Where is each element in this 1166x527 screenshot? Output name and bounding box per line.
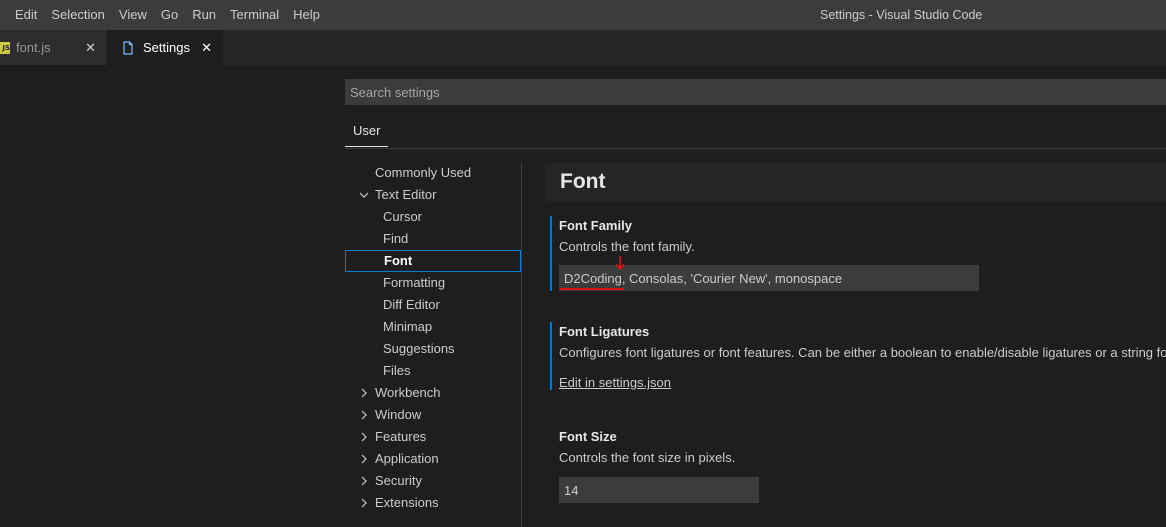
toc-item-text-editor[interactable]: Text Editor xyxy=(345,184,521,206)
toc-label: Extensions xyxy=(375,495,439,510)
tab-font-js[interactable]: JS font.js ✕ xyxy=(0,30,107,65)
setting-font-ligatures: Font Ligatures Configures font ligatures… xyxy=(550,322,1166,390)
setting-description: Controls the font family. xyxy=(559,239,695,254)
tab-user[interactable]: User xyxy=(345,117,389,147)
setting-font-family: Font Family Controls the font family. xyxy=(550,216,1166,291)
settings-scope-tabs: User xyxy=(345,117,1166,149)
menu-help[interactable]: Help xyxy=(286,0,327,30)
toc-item-formatting[interactable]: Formatting xyxy=(345,272,521,294)
annotation-arrow-icon xyxy=(615,256,625,271)
settings-file-icon xyxy=(123,40,133,55)
toc-label: Features xyxy=(375,429,427,444)
toc-item-features[interactable]: Features xyxy=(345,426,521,448)
toc-item-diff-editor[interactable]: Diff Editor xyxy=(345,294,521,316)
chevron-right-icon xyxy=(361,432,367,442)
menu-selection[interactable]: Selection xyxy=(44,0,111,30)
menu-view[interactable]: View xyxy=(112,0,154,30)
toc-label: Commonly Used xyxy=(375,165,472,180)
toc-label: Diff Editor xyxy=(383,297,440,312)
toc-item-application[interactable]: Application xyxy=(345,448,521,470)
toc-label: Minimap xyxy=(383,319,433,334)
toc-label: Font xyxy=(384,253,413,268)
section-title: Font xyxy=(545,163,1166,201)
chevron-right-icon xyxy=(361,498,367,508)
close-icon[interactable]: ✕ xyxy=(201,40,212,56)
window-title: Settings - Visual Studio Code xyxy=(820,8,983,22)
menu-bar: Edit Selection View Go Run Terminal Help xyxy=(0,0,327,30)
setting-title: Font Size xyxy=(559,429,617,444)
menu-run[interactable]: Run xyxy=(185,0,223,30)
toc-label: Window xyxy=(375,407,422,422)
annotation-underline xyxy=(560,288,624,290)
toc-label: Formatting xyxy=(383,275,446,290)
font-size-input[interactable] xyxy=(559,477,759,503)
chevron-right-icon xyxy=(361,454,367,464)
tab-settings[interactable]: Settings ✕ xyxy=(107,30,223,65)
editor-tab-bar: JS font.js ✕ Settings ✕ xyxy=(0,30,1166,65)
menu-go[interactable]: Go xyxy=(154,0,185,30)
toc-label: Text Editor xyxy=(375,187,437,202)
toc-item-workbench[interactable]: Workbench xyxy=(345,382,521,404)
menu-terminal[interactable]: Terminal xyxy=(223,0,286,30)
toc-item-font[interactable]: Font xyxy=(345,250,521,272)
toc-item-minimap[interactable]: Minimap xyxy=(345,316,521,338)
close-icon[interactable]: ✕ xyxy=(85,40,96,56)
edit-in-settings-json-link[interactable]: Edit in settings.json xyxy=(559,375,671,390)
toc-label: Find xyxy=(383,231,409,246)
toc-label: Workbench xyxy=(375,385,441,400)
setting-description: Controls the font size in pixels. xyxy=(559,450,736,465)
chevron-right-icon xyxy=(361,388,367,398)
search-settings-input[interactable] xyxy=(345,79,1166,105)
chevron-down-icon xyxy=(359,192,369,198)
toc-label: Application xyxy=(375,451,439,466)
settings-content: Font Font Family Controls the font famil… xyxy=(545,163,1166,503)
toc-item-suggestions[interactable]: Suggestions xyxy=(345,338,521,360)
toc-label: Suggestions xyxy=(383,341,455,356)
toc-item-commonly-used[interactable]: Commonly Used xyxy=(345,162,521,184)
setting-title: Font Ligatures xyxy=(559,324,650,339)
toc-divider xyxy=(521,162,522,527)
setting-font-size: Font Size Controls the font size in pixe… xyxy=(550,427,1166,503)
settings-toc: Commonly Used Text Editor Cursor Find Fo… xyxy=(345,162,521,514)
toc-item-files[interactable]: Files xyxy=(345,360,521,382)
title-bar: Edit Selection View Go Run Terminal Help… xyxy=(0,0,1166,30)
toc-label: Cursor xyxy=(383,209,423,224)
toc-item-extensions[interactable]: Extensions xyxy=(345,492,521,514)
setting-description: Configures font ligatures or font featur… xyxy=(559,345,1166,360)
js-file-icon: JS xyxy=(0,41,10,54)
toc-label: Security xyxy=(375,473,422,488)
tab-label: Settings xyxy=(143,40,190,55)
toc-item-window[interactable]: Window xyxy=(345,404,521,426)
setting-title: Font Family xyxy=(559,218,632,233)
toc-item-security[interactable]: Security xyxy=(345,470,521,492)
toc-label: Files xyxy=(383,363,411,378)
menu-edit[interactable]: Edit xyxy=(8,0,44,30)
tab-label: font.js xyxy=(16,40,51,55)
chevron-right-icon xyxy=(361,476,367,486)
toc-item-cursor[interactable]: Cursor xyxy=(345,206,521,228)
toc-item-find[interactable]: Find xyxy=(345,228,521,250)
chevron-right-icon xyxy=(361,410,367,420)
